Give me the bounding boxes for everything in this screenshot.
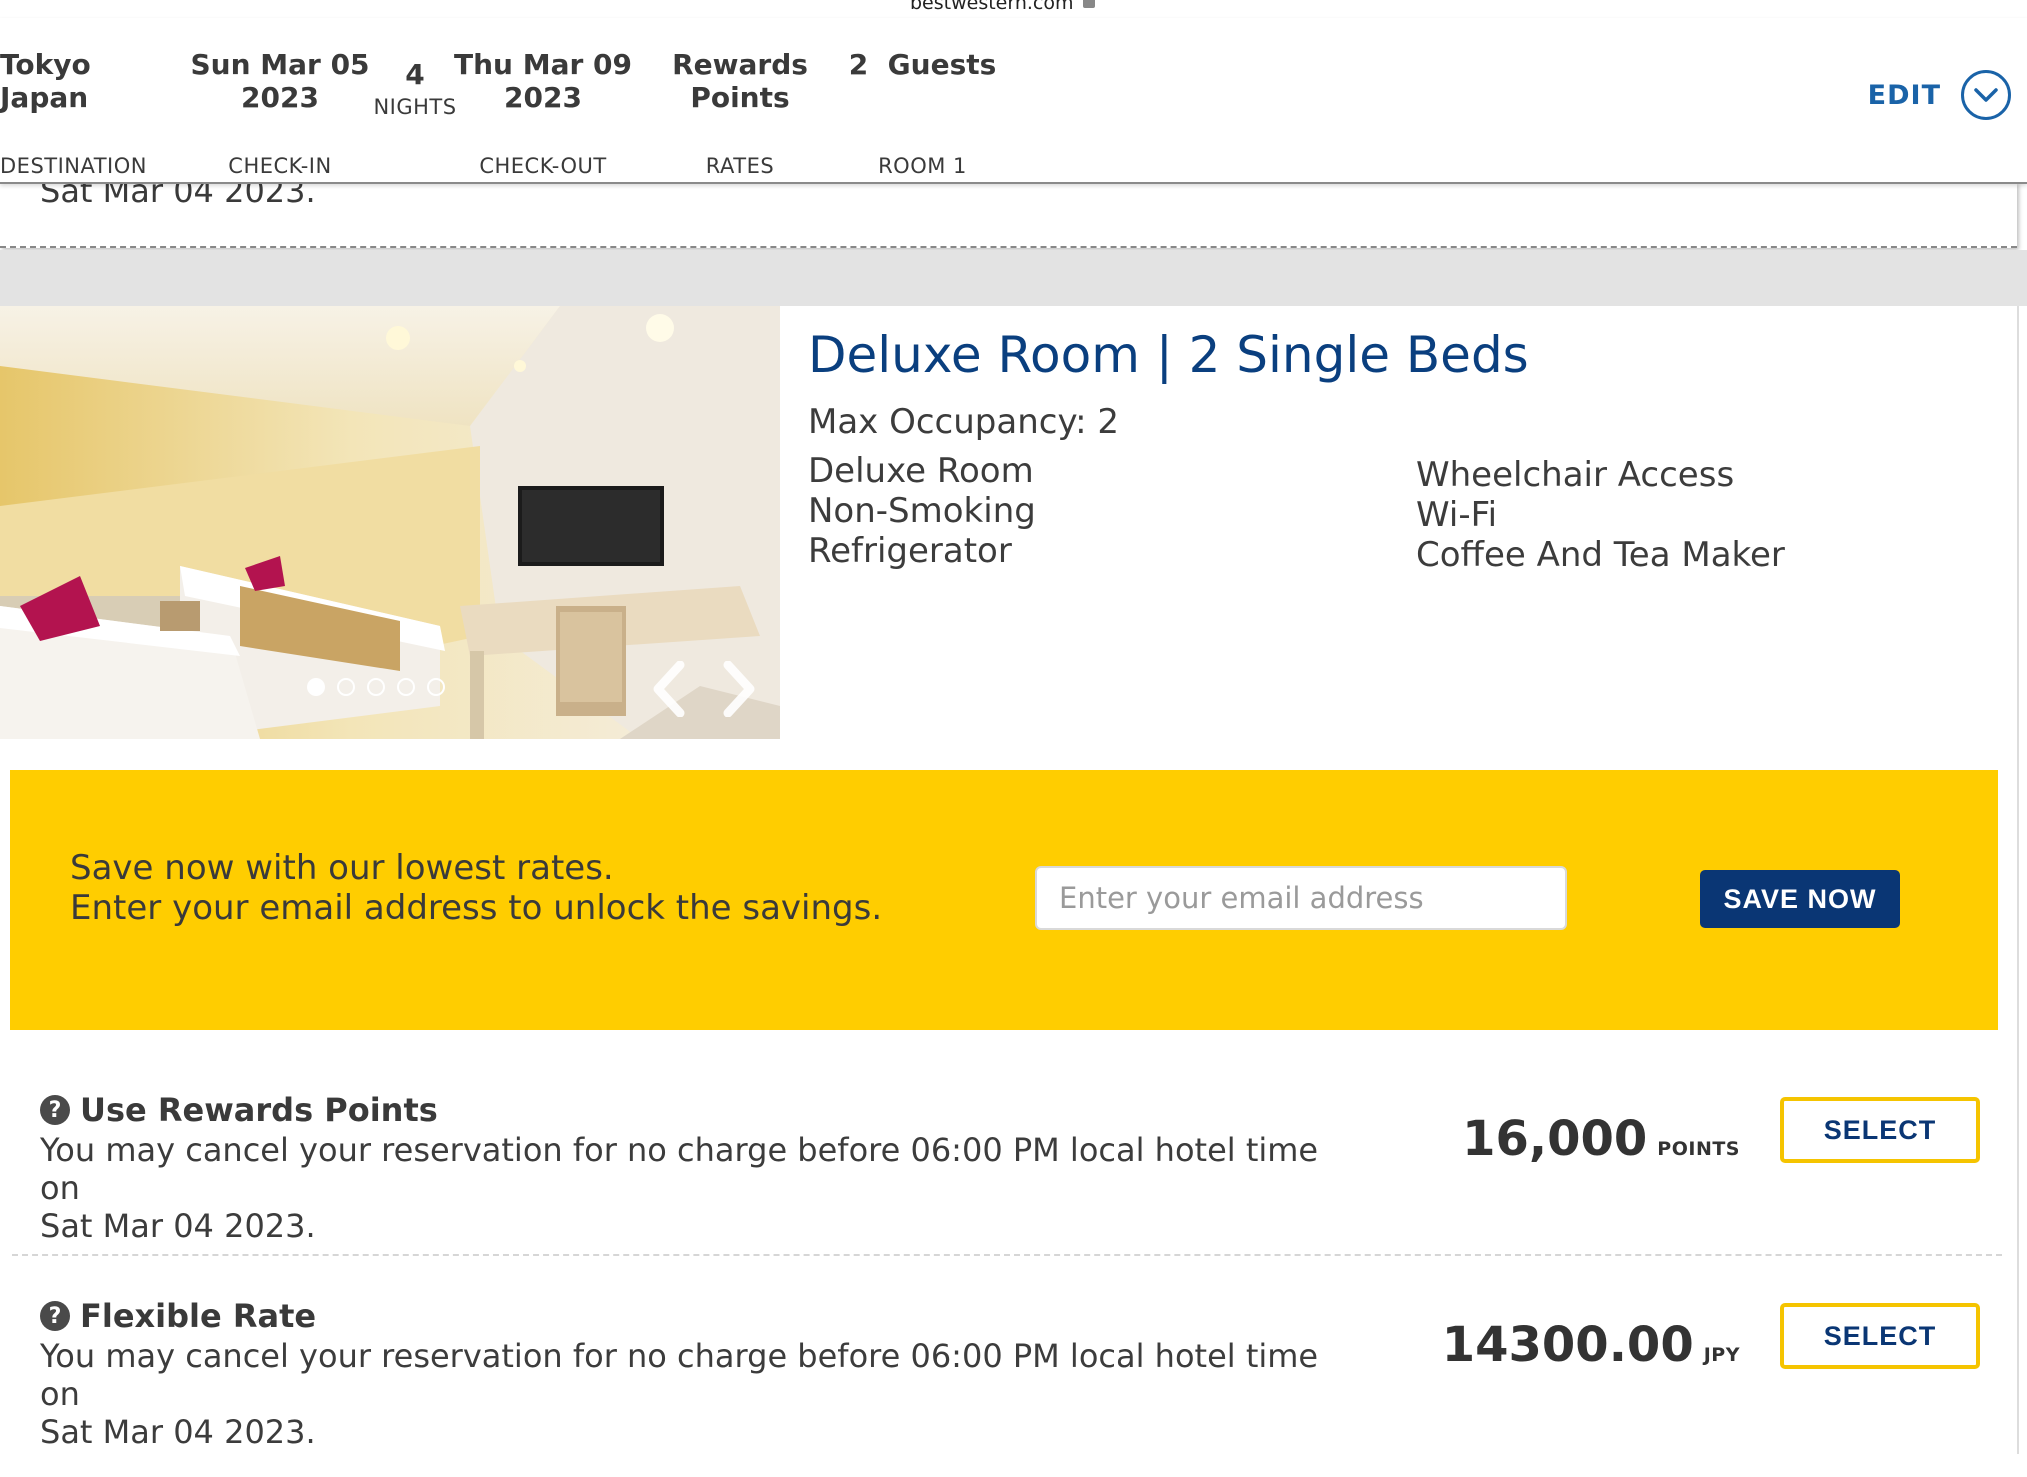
amenity-item: Wheelchair Access bbox=[1416, 455, 1735, 495]
rate-desc-line: You may cancel your reservation for no c… bbox=[40, 1337, 1319, 1413]
promo-text: Save now with our lowest rates. Enter yo… bbox=[70, 848, 882, 928]
amenity-item: Coffee And Tea Maker bbox=[1416, 535, 1785, 575]
edit-button[interactable]: EDIT bbox=[1868, 70, 2011, 120]
carousel-dot[interactable] bbox=[337, 678, 355, 696]
summary-checkin: Sun Mar 05 2023 CHECK-IN bbox=[185, 48, 375, 178]
help-icon[interactable]: ? bbox=[40, 1095, 70, 1125]
max-occupancy: Max Occupancy: 2 bbox=[808, 402, 1119, 442]
rate-option-flexible: ? Flexible Rate You may cancel your rese… bbox=[0, 1297, 2000, 1477]
rate-title-text: Use Rewards Points bbox=[80, 1091, 438, 1129]
select-button[interactable]: SELECT bbox=[1780, 1303, 1980, 1369]
amenity-item: Non-Smoking bbox=[808, 491, 1036, 531]
rates-line2: Points bbox=[690, 81, 790, 114]
price-unit: JPY bbox=[1703, 1344, 1740, 1366]
room-card: Deluxe Room | 2 Single Beds Max Occupanc… bbox=[0, 306, 2019, 1454]
rate-title: ? Use Rewards Points bbox=[40, 1091, 438, 1129]
rate-description: You may cancel your reservation for no c… bbox=[40, 1337, 1340, 1451]
carousel-dot[interactable] bbox=[397, 678, 415, 696]
carousel-dot[interactable] bbox=[307, 678, 325, 696]
checkin-year: 2023 bbox=[241, 81, 319, 114]
chevron-right-icon[interactable] bbox=[718, 661, 758, 717]
chevron-left-icon[interactable] bbox=[650, 661, 690, 717]
destination-label: DESTINATION bbox=[0, 154, 147, 178]
carousel-dot[interactable] bbox=[427, 678, 445, 696]
rate-price: 14300.00 JPY bbox=[1442, 1317, 1740, 1373]
help-icon[interactable]: ? bbox=[40, 1301, 70, 1331]
carousel-dots[interactable] bbox=[307, 678, 445, 696]
url-domain: bestwestern.com bbox=[910, 0, 1074, 14]
rates-line1: Rewards bbox=[672, 48, 808, 81]
summary-destination: Tokyo Japan DESTINATION bbox=[0, 48, 150, 178]
checkout-year: 2023 bbox=[504, 81, 582, 114]
amenities-right: Wheelchair Access Wi-Fi Coffee And Tea M… bbox=[1416, 455, 1785, 575]
save-now-button[interactable]: SAVE NOW bbox=[1700, 870, 1900, 928]
rate-description: You may cancel your reservation for no c… bbox=[40, 1131, 1340, 1245]
amenity-item: Refrigerator bbox=[808, 531, 1012, 571]
price-value: 16,000 bbox=[1462, 1111, 1648, 1167]
url-bar[interactable]: bestwestern.com bbox=[0, 0, 2027, 18]
rate-title: ? Flexible Rate bbox=[40, 1297, 316, 1335]
rate-desc-line: You may cancel your reservation for no c… bbox=[40, 1131, 1319, 1207]
rate-price: 16,000 POINTS bbox=[1462, 1111, 1740, 1167]
room-title[interactable]: Deluxe Room | 2 Single Beds bbox=[808, 326, 1529, 384]
amenity-item: Wi-Fi bbox=[1416, 495, 1498, 535]
destination-country: Japan bbox=[0, 81, 89, 114]
amenities-left: Deluxe Room Non-Smoking Refrigerator bbox=[808, 451, 1036, 571]
amenity-item: Deluxe Room bbox=[808, 451, 1034, 491]
checkin-date: Sun Mar 05 bbox=[190, 48, 370, 81]
edit-label[interactable]: EDIT bbox=[1868, 80, 1941, 111]
summary-rates: Rewards Points RATES bbox=[665, 48, 815, 178]
lock-icon bbox=[1083, 0, 1095, 8]
promo-line2: Enter your email address to unlock the s… bbox=[70, 888, 883, 928]
destination-city: Tokyo bbox=[0, 48, 91, 81]
checkout-label: CHECK-OUT bbox=[479, 154, 607, 178]
select-button[interactable]: SELECT bbox=[1780, 1097, 1980, 1163]
checkout-date: Thu Mar 09 bbox=[454, 48, 632, 81]
rate-divider bbox=[12, 1254, 2002, 1256]
carousel-dot[interactable] bbox=[367, 678, 385, 696]
rate-desc-line: Sat Mar 04 2023. bbox=[40, 1207, 316, 1245]
section-separator bbox=[0, 250, 2027, 306]
summary-room: 2 Guests ROOM 1 bbox=[845, 48, 1000, 178]
rate-option-rewards: ? Use Rewards Points You may cancel your… bbox=[0, 1091, 2000, 1271]
room-label: ROOM 1 bbox=[878, 154, 967, 178]
rates-label: RATES bbox=[705, 154, 775, 178]
rate-desc-line: Sat Mar 04 2023. bbox=[40, 1413, 316, 1451]
room-info: Deluxe Room | 2 Single Beds Max Occupanc… bbox=[808, 326, 1529, 442]
previous-rate-card: Sat Mar 04 2023. bbox=[0, 172, 2017, 248]
promo-line1: Save now with our lowest rates. bbox=[70, 848, 614, 888]
guests-count: 2 Guests bbox=[848, 48, 997, 81]
booking-summary: Tokyo Japan DESTINATION Sun Mar 05 2023 … bbox=[0, 18, 2027, 184]
chevron-down-icon[interactable] bbox=[1961, 70, 2011, 120]
summary-checkout: Thu Mar 09 2023 CHECK-OUT bbox=[448, 48, 638, 178]
email-input[interactable] bbox=[1035, 866, 1567, 930]
email-promo-banner: Save now with our lowest rates. Enter yo… bbox=[10, 770, 1998, 1030]
price-unit: POINTS bbox=[1657, 1138, 1740, 1160]
checkin-label: CHECK-IN bbox=[228, 154, 332, 178]
room-photo-carousel[interactable] bbox=[0, 306, 780, 739]
price-value: 14300.00 bbox=[1441, 1317, 1694, 1373]
rate-title-text: Flexible Rate bbox=[80, 1297, 317, 1335]
